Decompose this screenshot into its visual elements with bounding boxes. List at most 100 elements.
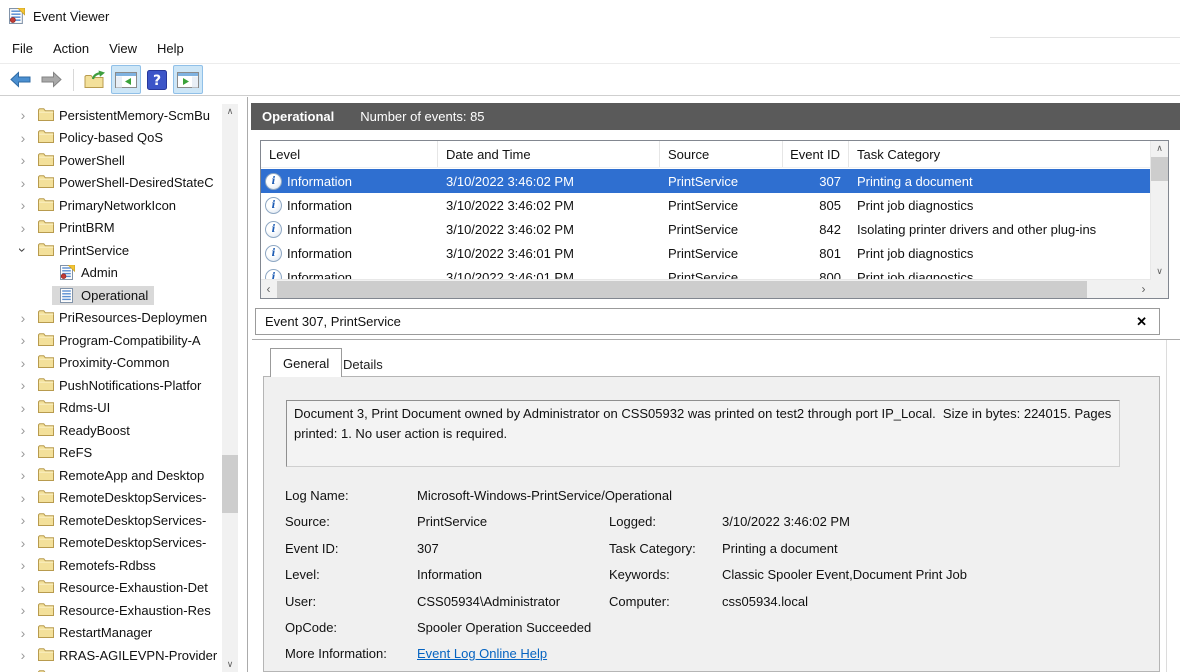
toolbar-forward-button[interactable]	[36, 65, 66, 94]
chevron-right-icon[interactable]	[16, 221, 30, 235]
event-row[interactable]: Information 3/10/2022 3:46:02 PM PrintSe…	[261, 169, 1151, 193]
toolbar-back-button[interactable]	[5, 65, 35, 94]
tree-item[interactable]: PowerShell	[0, 149, 221, 172]
scroll-right-icon[interactable]	[1136, 280, 1151, 298]
tree-item[interactable]: RestartManager	[0, 622, 221, 645]
column-header-task-category[interactable]: Task Category	[849, 141, 1151, 167]
tree-item-content[interactable]: Proximity-Common	[30, 353, 176, 372]
tree-item-content[interactable]: Resource-Exhaustion-Det	[30, 578, 214, 597]
chevron-right-icon[interactable]	[16, 626, 30, 640]
tree-item[interactable]: Policy-based QoS	[0, 127, 221, 150]
tree-item-content[interactable]: RestartManager	[30, 623, 158, 642]
chevron-right-icon[interactable]	[16, 648, 30, 662]
tree-item[interactable]: RemoteDesktopServices-	[0, 487, 221, 510]
chevron-right-icon[interactable]	[16, 311, 30, 325]
chevron-right-icon[interactable]	[16, 468, 30, 482]
tree-item-content[interactable]: Resource-Exhaustion-Res	[30, 601, 217, 620]
tree-item[interactable]: Proximity-Common	[0, 352, 221, 375]
tree-item-content[interactable]: PersistentMemory-ScmBu	[30, 106, 216, 125]
chevron-right-icon[interactable]	[16, 153, 30, 167]
panel-splitter[interactable]	[247, 97, 248, 672]
chevron-right-icon[interactable]	[16, 536, 30, 550]
chevron-right-icon[interactable]	[16, 401, 30, 415]
tree-item[interactable]: Resource-Exhaustion-Det	[0, 577, 221, 600]
chevron-right-icon[interactable]	[16, 131, 30, 145]
tree-item[interactable]: Rdms-UI	[0, 397, 221, 420]
tree-item-content[interactable]: Rdms-UI	[30, 398, 116, 417]
chevron-right-icon[interactable]	[16, 333, 30, 347]
column-header-date-and-time[interactable]: Date and Time	[438, 141, 660, 167]
tree-item[interactable]: RRAS-AGILEVPN-Provider	[0, 644, 221, 667]
tree-item-content[interactable]: RemoteDesktopServices-	[30, 533, 212, 552]
tree-item-content[interactable]: PowerShell	[30, 151, 131, 170]
chevron-right-icon[interactable]	[16, 378, 30, 392]
event-row[interactable]: Information 3/10/2022 3:46:02 PM PrintSe…	[261, 193, 1151, 217]
chevron-right-icon[interactable]	[16, 423, 30, 437]
tree-item-content[interactable]: PriResources-Deploymen	[30, 308, 213, 327]
event-list-vertical-scrollbar[interactable]	[1150, 141, 1168, 279]
tree-item-content[interactable]: PrintService	[30, 241, 135, 260]
tree-item-content[interactable]: Operational	[52, 286, 154, 305]
tree-item[interactable]: Admin	[0, 262, 221, 285]
tree-item[interactable]: PowerShell-DesiredStateC	[0, 172, 221, 195]
tab-general[interactable]: General	[270, 348, 342, 377]
tree-item[interactable]: PushNotifications-Platfor	[0, 374, 221, 397]
close-icon[interactable]: ✕	[1136, 314, 1147, 330]
tree-item[interactable]: PriResources-Deploymen	[0, 307, 221, 330]
event-list-horizontal-scrollbar[interactable]	[261, 279, 1151, 298]
tree-scrollbar-thumb[interactable]	[222, 455, 238, 513]
tree-item-content[interactable]: RemoteDesktopServices-	[30, 488, 212, 507]
tree-item[interactable]	[0, 667, 221, 672]
scroll-up-icon[interactable]	[222, 104, 238, 119]
tree-item-content[interactable]: Admin	[52, 263, 124, 282]
tree-item[interactable]: Program-Compatibility-A	[0, 329, 221, 352]
toolbar-open-saved-log-button[interactable]	[80, 65, 110, 94]
tree-item-content[interactable]: RRAS-AGILEVPN-Provider	[30, 646, 221, 665]
scroll-down-icon[interactable]	[222, 657, 238, 672]
tree-item-content[interactable]: Program-Compatibility-A	[30, 331, 207, 350]
menu-view[interactable]: View	[99, 37, 147, 60]
event-row[interactable]: Information 3/10/2022 3:46:01 PM PrintSe…	[261, 265, 1151, 279]
chevron-right-icon[interactable]	[16, 198, 30, 212]
tree-item-content[interactable]: Remotefs-Rdbss	[30, 556, 162, 575]
chevron-right-icon[interactable]	[16, 446, 30, 460]
tree-item-content[interactable]: PowerShell-DesiredStateC	[30, 173, 220, 192]
chevron-right-icon[interactable]	[16, 356, 30, 370]
scroll-left-icon[interactable]	[261, 280, 276, 298]
tree-item-content[interactable]: PrintBRM	[30, 218, 121, 237]
event-row[interactable]: Information 3/10/2022 3:46:02 PM PrintSe…	[261, 217, 1151, 241]
scroll-up-icon[interactable]	[1151, 141, 1168, 156]
tree-item[interactable]: ReFS	[0, 442, 221, 465]
chevron-right-icon[interactable]	[16, 581, 30, 595]
tree-item[interactable]: RemoteDesktopServices-	[0, 532, 221, 555]
event-row[interactable]: Information 3/10/2022 3:46:01 PM PrintSe…	[261, 241, 1151, 265]
toolbar-help-button[interactable]: ?	[142, 65, 172, 94]
tree-scrollbar[interactable]	[222, 104, 238, 672]
vertical-scrollbar-thumb[interactable]	[1151, 157, 1168, 181]
tree-item[interactable]: PrimaryNetworkIcon	[0, 194, 221, 217]
tree-item-content[interactable]: Policy-based QoS	[30, 128, 169, 147]
chevron-right-icon[interactable]	[16, 603, 30, 617]
chevron-down-icon[interactable]	[16, 243, 30, 257]
menu-help[interactable]: Help	[147, 37, 194, 60]
tree-item[interactable]: RemoteApp and Desktop	[0, 464, 221, 487]
horizontal-scrollbar-thumb[interactable]	[277, 281, 1087, 298]
toolbar-toggle-action-pane-button[interactable]	[173, 65, 203, 94]
tree-item[interactable]: Operational	[0, 284, 221, 307]
menu-action[interactable]: Action	[43, 37, 99, 60]
toolbar-toggle-console-tree-button[interactable]	[111, 65, 141, 94]
tree-item[interactable]: Remotefs-Rdbss	[0, 554, 221, 577]
scroll-down-icon[interactable]	[1151, 264, 1168, 279]
tree-item-content[interactable]: PushNotifications-Platfor	[30, 376, 207, 395]
tree-item[interactable]: ReadyBoost	[0, 419, 221, 442]
tree-item[interactable]: PrintBRM	[0, 217, 221, 240]
chevron-right-icon[interactable]	[16, 558, 30, 572]
chevron-right-icon[interactable]	[16, 176, 30, 190]
tree-item-content[interactable]: ReFS	[30, 443, 98, 462]
tree-item[interactable]: Resource-Exhaustion-Res	[0, 599, 221, 622]
menu-file[interactable]: File	[2, 37, 43, 60]
tree-item[interactable]: PrintService	[0, 239, 221, 262]
tree-item-content[interactable]: PrimaryNetworkIcon	[30, 196, 182, 215]
chevron-right-icon[interactable]	[16, 513, 30, 527]
column-header-source[interactable]: Source	[660, 141, 783, 167]
